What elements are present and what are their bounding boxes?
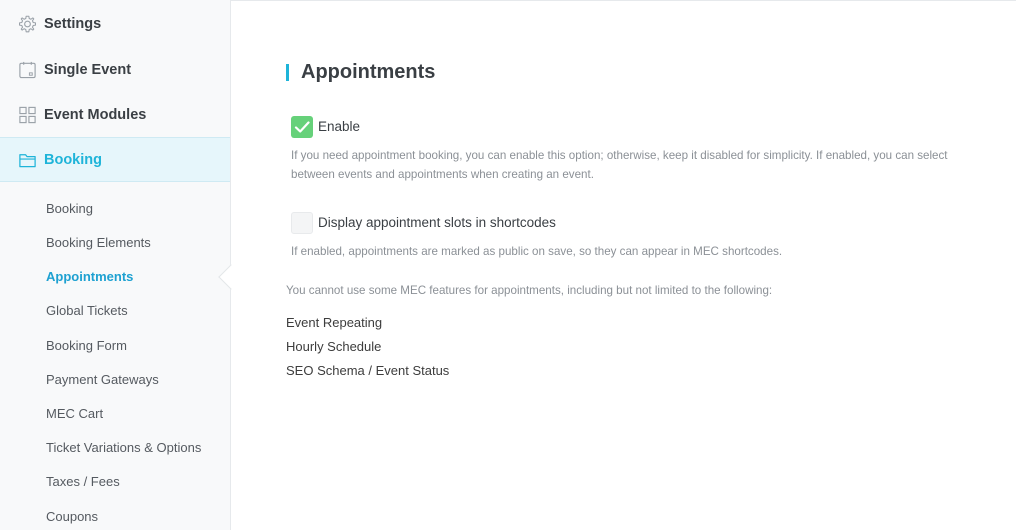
sidebar-item-label: Single Event (44, 61, 132, 78)
sidebar-subitem-mec-cart[interactable]: MEC Cart (46, 406, 103, 421)
sidebar-subitem-booking-elements[interactable]: Booking Elements (46, 235, 151, 250)
sidebar-item-event-modules[interactable]: Event Modules (0, 92, 230, 137)
calendar-icon (19, 61, 36, 78)
feature-item: Event Repeating (286, 315, 383, 330)
sidebar-item-label: Event Modules (44, 106, 147, 123)
checkmark-icon (294, 121, 310, 133)
display-slots-checkbox[interactable] (291, 212, 313, 234)
page-title: Appointments (301, 61, 436, 83)
sidebar-item-booking[interactable]: Booking (0, 137, 230, 182)
enable-description: If you need appointment booking, you can… (291, 149, 948, 181)
title-accent-bar (286, 64, 289, 81)
sidebar-subitem-coupons[interactable]: Coupons (46, 509, 98, 524)
display-slots-label[interactable]: Display appointment slots in shortcodes (318, 215, 556, 230)
sidebar-subitem-appointments[interactable]: Appointments (46, 269, 133, 284)
limitations-note: You cannot use some MEC features for app… (286, 284, 773, 297)
sidebar-item-settings[interactable]: Settings (0, 1, 230, 46)
sidebar-subitem-payment-gateways[interactable]: Payment Gateways (46, 372, 159, 387)
sidebar-item-label: Booking (44, 151, 102, 168)
sidebar-subitem-booking-form[interactable]: Booking Form (46, 338, 127, 353)
sidebar-item-label: Settings (44, 15, 102, 32)
folder-icon (19, 153, 36, 167)
feature-item: Hourly Schedule (286, 339, 382, 354)
feature-item: SEO Schema / Event Status (286, 363, 450, 378)
sidebar-item-single-event[interactable]: Single Event (0, 47, 230, 92)
grid-icon (19, 106, 36, 123)
gear-icon (18, 15, 37, 32)
display-slots-description: If enabled, appointments are marked as p… (291, 245, 783, 258)
enable-checkbox[interactable] (291, 116, 313, 138)
sidebar-subitem-booking[interactable]: Booking (46, 201, 93, 216)
sidebar: Settings Single Event Event Modules Book… (0, 0, 231, 530)
sidebar-subitem-global-tickets[interactable]: Global Tickets (46, 303, 128, 318)
sidebar-subitem-ticket-variations[interactable]: Ticket Variations & Options (46, 440, 201, 455)
sidebar-subitem-taxes-fees[interactable]: Taxes / Fees (46, 474, 120, 489)
enable-label[interactable]: Enable (318, 119, 360, 134)
